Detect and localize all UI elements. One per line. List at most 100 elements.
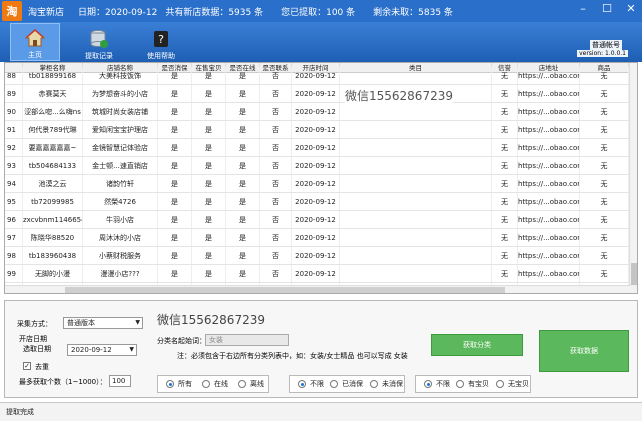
table-cell: tb72099985 (23, 193, 83, 210)
scroll-thumb[interactable] (65, 287, 505, 293)
close-button[interactable]: ✕ (624, 2, 638, 15)
help-icon: ? (154, 31, 168, 47)
tool-help[interactable]: ? 使用帮助 (136, 23, 186, 61)
table-cell: 是 (226, 121, 260, 138)
dedupe-label: 去重 (35, 363, 49, 371)
radio-online-all[interactable] (166, 380, 174, 388)
table-row[interactable]: 95 tb72099985 然榮4726 是是是否 2020-09-12 无 https:/… (5, 193, 629, 211)
table-cell: 是 (192, 247, 226, 264)
table-cell: https://...obao.com (518, 157, 580, 174)
table-row[interactable]: 96zxcvbnm11466543牛羽小店是是是否2020-09-12无http… (5, 211, 629, 229)
radio-cons-any[interactable] (298, 380, 306, 388)
table-cell (340, 265, 492, 282)
get-data-button[interactable]: 获取数据 (539, 330, 629, 372)
scroll-thumb[interactable] (631, 263, 637, 285)
table-cell: 是 (226, 103, 260, 120)
table-cell: 无 (580, 193, 629, 210)
radio-online[interactable] (202, 380, 210, 388)
table-cell: 何代景789代琳 (23, 121, 83, 138)
table-cell: 是 (158, 211, 192, 228)
table-cell: 无 (492, 175, 518, 192)
svg-text:?: ? (158, 33, 164, 46)
maximize-button[interactable]: ☐ (600, 2, 614, 15)
table-cell (340, 121, 492, 138)
table-cell: 否 (260, 103, 292, 120)
radio-offline[interactable] (238, 380, 246, 388)
table-cell: 否 (260, 67, 292, 84)
table-cell (340, 211, 492, 228)
table-cell: 96 (5, 211, 23, 228)
table-row[interactable]: 88 tb018899168 大美科技饭饰是是是否 2020-09-12 无 https:… (5, 67, 629, 85)
table-cell: 是 (192, 157, 226, 174)
table-row[interactable]: 89 赤赛莫天 为梦想奋斗的小店是是是否 2020-09-12 无 https://...… (5, 85, 629, 103)
status-bar: 提取完成 (0, 402, 642, 421)
table-cell: https://...obao.com (518, 229, 580, 246)
radio-goods-no[interactable] (496, 380, 504, 388)
table-row[interactable]: 90 涩部么唿...么嗨ns 筑城时尚女装店铺是是是否 2020-09-12 无 http… (5, 103, 629, 121)
table-cell: 是 (158, 247, 192, 264)
table-cell: 否 (260, 85, 292, 102)
table-cell (340, 175, 492, 192)
table-cell: 是 (158, 121, 192, 138)
category-input[interactable]: 女装 (205, 334, 289, 346)
table-cell: 是 (158, 85, 192, 102)
table-cell: 2020-09-12 (292, 265, 340, 282)
get-category-button[interactable]: 获取分类 (431, 334, 523, 356)
online-filter: 所有 在线 离线 (157, 375, 269, 393)
tool-label: 使用帮助 (147, 52, 175, 60)
shop-table: 掌柜名称 店铺名称 是否消保 在售宝贝 是否在线 是否联系 开店时间 类目 信誉… (4, 62, 638, 294)
date-picker[interactable]: 2020-09-12 ▼ (67, 344, 137, 356)
table-cell: 诸韵竹轩 (83, 175, 158, 192)
vertical-scrollbar[interactable] (629, 63, 637, 293)
table-row[interactable]: 93 tb504684133 金士顿...速直销店是是是否 2020-09-12 无 ht… (5, 157, 629, 175)
table-cell: 无 (580, 265, 629, 282)
table-cell: 是 (158, 139, 192, 156)
table-cell: 93 (5, 157, 23, 174)
max-count-value: 100 (112, 377, 126, 385)
max-count-input[interactable]: 100 (109, 375, 131, 387)
table-cell: 要嘉嘉嘉嘉嘉~ (23, 139, 83, 156)
collect-mode-select[interactable]: 普通版本 ▼ (63, 317, 143, 329)
radio-goods-yes[interactable] (456, 380, 464, 388)
radio-goods-any[interactable] (424, 380, 432, 388)
radio-cons-yes[interactable] (330, 380, 338, 388)
table-cell: 94 (5, 175, 23, 192)
table-cell: 是 (226, 157, 260, 174)
table-cell: tb018899168 (23, 67, 83, 84)
table-cell: 爱知闲宝宝护理店 (83, 121, 158, 138)
tool-records[interactable]: 提取记录 (74, 23, 124, 61)
table-cell: 无 (492, 139, 518, 156)
table-row[interactable]: 98 tb183960438 小蔡财税服务是是是否 2020-09-12 无 https:… (5, 247, 629, 265)
table-cell: 是 (226, 265, 260, 282)
app-logo-icon: 淘 (2, 1, 22, 21)
table-row[interactable]: 97 陈晓华88520 周沐沐的小店是是是否 2020-09-12 无 https://.… (5, 229, 629, 247)
minimize-button[interactable]: – (576, 2, 590, 15)
dedupe-checkbox[interactable]: ✓ (23, 362, 31, 370)
radio-cons-no[interactable] (370, 380, 378, 388)
table-cell: 为梦想奋斗的小店 (83, 85, 158, 102)
table-cell: 无 (580, 103, 629, 120)
table-cell: 金镜智慧记体验店 (83, 139, 158, 156)
table-cell: 大美科技饭饰 (83, 67, 158, 84)
table-row[interactable]: 92 要嘉嘉嘉嘉嘉~ 金镜智慧记体验店是是是否 2020-09-12 无 https://… (5, 139, 629, 157)
table-cell: 是 (192, 265, 226, 282)
table-cell: 无 (580, 85, 629, 102)
tool-label: 提取记录 (85, 52, 113, 60)
table-cell: 2020-09-12 (292, 211, 340, 228)
table-cell: https://...obao.com (518, 121, 580, 138)
horizontal-scrollbar[interactable] (5, 285, 631, 293)
tool-home[interactable]: 主页 (10, 23, 60, 61)
table-cell: 无 (580, 175, 629, 192)
chevron-down-icon: ▼ (135, 319, 140, 326)
table-cell: 89 (5, 85, 23, 102)
collect-mode-label: 采集方式： (17, 320, 52, 328)
table-body: 88 tb018899168 大美科技饭饰是是是否 2020-09-12 无 https:… (5, 67, 637, 293)
table-cell (340, 193, 492, 210)
table-row[interactable]: 99 无脚的小漫 漫漫小店??? 是是是否 2020-09-12 无 https://...… (5, 265, 629, 283)
category-label: 分类名起始词： (157, 337, 206, 345)
table-cell: 是 (226, 67, 260, 84)
table-cell: 无 (580, 247, 629, 264)
table-cell: 是 (226, 193, 260, 210)
table-row[interactable]: 91 何代景789代琳 爱知闲宝宝护理店是是是否 2020-09-12 无 https:/… (5, 121, 629, 139)
table-row[interactable]: 94 池漠之云 诸韵竹轩是是是否 2020-09-12 无 https://...obao… (5, 175, 629, 193)
